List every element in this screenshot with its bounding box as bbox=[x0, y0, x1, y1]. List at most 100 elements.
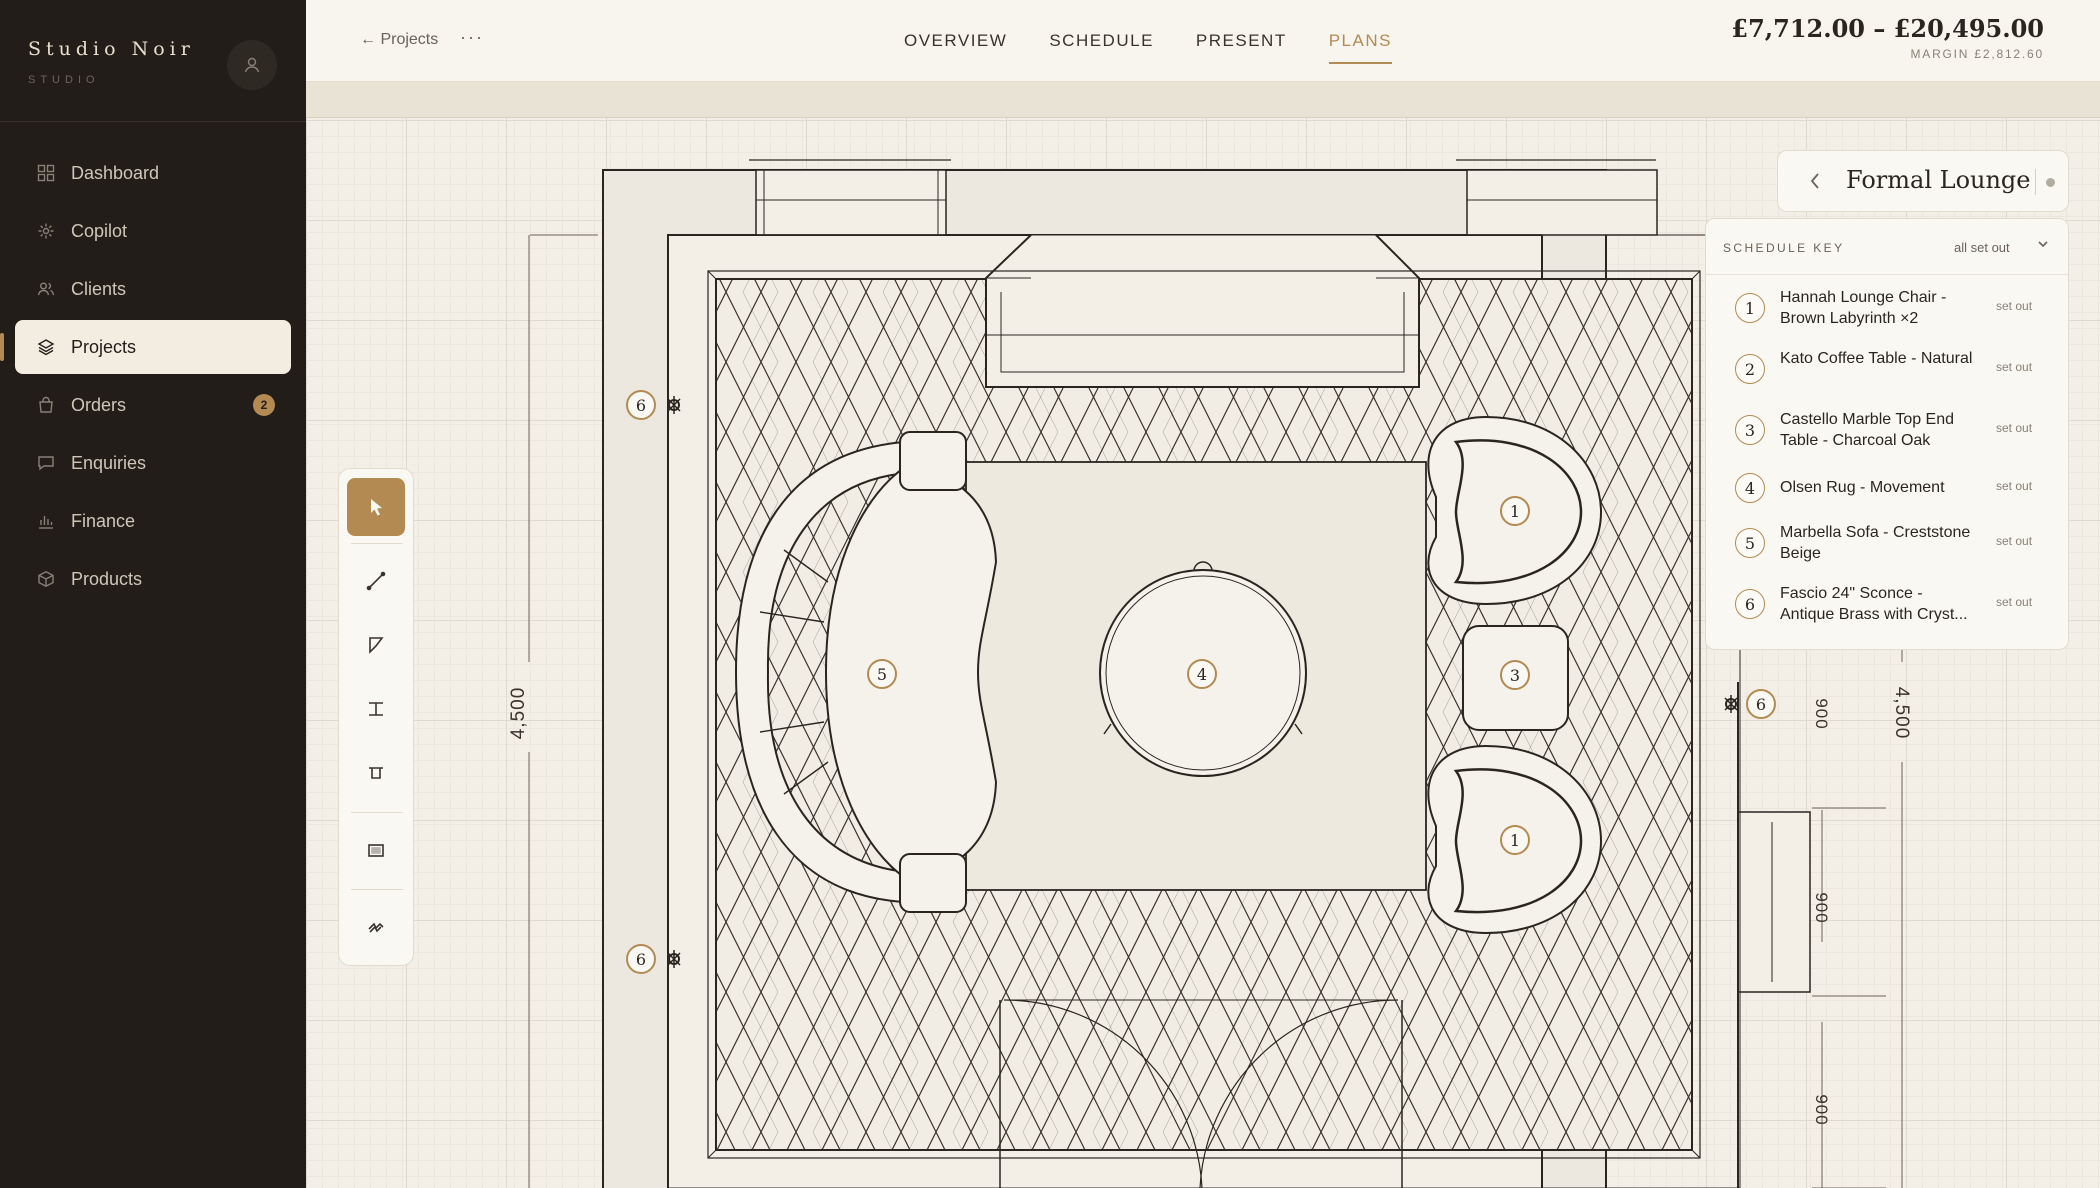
users-icon bbox=[35, 278, 57, 300]
sparkle-icon bbox=[35, 220, 57, 242]
schedule-item[interactable]: 1 Hannah Lounge Chair - Brown Labyrinth … bbox=[1706, 277, 2068, 338]
hatch-icon bbox=[368, 922, 384, 933]
tab-plans[interactable]: PLANS bbox=[1328, 0, 1393, 82]
sidebar-item-label: Finance bbox=[71, 510, 136, 531]
marker-label: 1 bbox=[1509, 501, 1521, 521]
shape-tool[interactable] bbox=[347, 616, 405, 674]
schedule-item-name: Marbella Sofa - Creststone Beige bbox=[1780, 524, 1971, 562]
top-bar: ← Projects ··· OVERVIEW SCHEDULE PRESENT… bbox=[306, 0, 2100, 82]
measure-tool[interactable] bbox=[347, 680, 405, 738]
tool-separator bbox=[351, 812, 403, 813]
dimension-right: 4,500 bbox=[1891, 686, 1912, 740]
sidebar: Studio Noir STUDIO Dashboard Copilot Cli… bbox=[0, 0, 306, 1188]
chevron-left-icon[interactable] bbox=[1808, 170, 1822, 198]
sidebar-item-copilot[interactable]: Copilot bbox=[15, 204, 291, 258]
brand-subtitle: STUDIO bbox=[28, 74, 100, 86]
schedule-item[interactable]: 4 Olsen Rug - Movement set out bbox=[1706, 457, 2068, 518]
schedule-item-name: Fascio 24" Sconce - Antique Brass with C… bbox=[1780, 585, 1968, 623]
schedule-item-number: 3 bbox=[1735, 415, 1765, 445]
schedule-item-name: Kato Coffee Table - Natural bbox=[1780, 350, 1973, 367]
schedule-item-number: 2 bbox=[1735, 354, 1765, 384]
room-title: Formal Lounge bbox=[1846, 166, 2031, 194]
schedule-item-status: set out bbox=[1996, 534, 2033, 548]
orders-count-badge: 2 bbox=[253, 394, 275, 416]
schedule-item[interactable]: 6 Fascio 24" Sconce - Antique Brass with… bbox=[1706, 573, 2068, 634]
schedule-item[interactable]: 5 Marbella Sofa - Creststone Beige set o… bbox=[1706, 512, 2068, 573]
sidebar-item-label: Clients bbox=[71, 278, 127, 299]
marker-label: 6 bbox=[1755, 694, 1767, 714]
schedule-key-title: SCHEDULE KEY bbox=[1723, 241, 1845, 255]
tab-schedule[interactable]: SCHEDULE bbox=[1049, 0, 1154, 82]
sidebar-item-projects[interactable]: Projects bbox=[0, 320, 291, 374]
marker-chair-top[interactable]: 1 bbox=[1500, 496, 1530, 526]
layers-icon bbox=[35, 336, 57, 358]
schedule-filter-dropdown[interactable]: all set out bbox=[1954, 240, 2010, 255]
sidebar-divider bbox=[0, 121, 306, 122]
more-options-button[interactable]: ··· bbox=[460, 27, 484, 48]
sidebar-item-label: Products bbox=[71, 568, 143, 589]
price-margin: MARGIN £2,812.60 bbox=[1910, 47, 2044, 61]
schedule-item-status: set out bbox=[1996, 299, 2033, 313]
schedule-item-number: 5 bbox=[1735, 528, 1765, 558]
dimension-seg-2: 900 bbox=[1812, 892, 1831, 924]
back-to-projects-link[interactable]: ← Projects bbox=[360, 31, 438, 49]
schedule-item[interactable]: 3 Castello Marble Top End Table - Charco… bbox=[1706, 399, 2068, 460]
schedule-item[interactable]: 2 Kato Coffee Table - Natural set out bbox=[1706, 338, 2068, 399]
marker-label: 1 bbox=[1509, 830, 1521, 850]
price-range: £7,712.00 – £20,495.00 bbox=[1731, 14, 2044, 43]
avatar[interactable] bbox=[227, 40, 277, 90]
schedule-key-panel: SCHEDULE KEY all set out 1 Hannah Lounge… bbox=[1705, 218, 2069, 650]
chat-icon bbox=[35, 452, 57, 474]
marker-label: 6 bbox=[635, 395, 647, 415]
hatch-tool[interactable] bbox=[347, 898, 405, 956]
sidebar-item-clients[interactable]: Clients bbox=[15, 262, 291, 316]
marker-sofa[interactable]: 5 bbox=[867, 659, 897, 689]
tool-separator bbox=[351, 889, 403, 890]
marker-sconce-2[interactable]: 6 bbox=[626, 944, 656, 974]
marker-label: 4 bbox=[1196, 664, 1208, 684]
wall-icon bbox=[369, 767, 383, 779]
sidebar-item-orders[interactable]: Orders 2 bbox=[15, 378, 291, 432]
schedule-item-name: Castello Marble Top End Table - Charcoal… bbox=[1780, 411, 1955, 449]
schedule-item-name: Olsen Rug - Movement bbox=[1780, 479, 1945, 496]
select-tool[interactable] bbox=[347, 478, 405, 536]
marker-sconce-1[interactable]: 6 bbox=[626, 390, 656, 420]
sidebar-item-dashboard[interactable]: Dashboard bbox=[15, 146, 291, 200]
tab-present[interactable]: PRESENT bbox=[1196, 0, 1287, 82]
brand[interactable]: Studio Noir STUDIO bbox=[28, 38, 195, 86]
marker-label: 3 bbox=[1509, 665, 1521, 685]
dimension-left: 4,500 bbox=[508, 686, 529, 740]
bag-icon bbox=[35, 394, 57, 416]
sidebar-item-label: Enquiries bbox=[71, 452, 147, 473]
room-separator bbox=[2035, 169, 2036, 195]
brand-name: Studio Noir bbox=[28, 38, 195, 60]
project-price: £7,712.00 – £20,495.00 MARGIN £2,812.60 bbox=[1731, 14, 2044, 61]
tool-separator bbox=[351, 543, 403, 544]
sidebar-item-label: Projects bbox=[71, 336, 137, 357]
sidebar-item-enquiries[interactable]: Enquiries bbox=[15, 436, 291, 490]
schedule-key-header: SCHEDULE KEY all set out bbox=[1706, 219, 2068, 275]
marker-rug[interactable]: 4 bbox=[1187, 659, 1217, 689]
marker-chair-bottom[interactable]: 1 bbox=[1500, 825, 1530, 855]
bar-chart-icon bbox=[35, 510, 57, 532]
schedule-item-status: set out bbox=[1996, 421, 2033, 435]
marker-sconce-3[interactable]: 6 bbox=[1746, 689, 1776, 719]
sidebar-item-label: Dashboard bbox=[71, 162, 160, 183]
sidebar-item-products[interactable]: Products bbox=[15, 552, 291, 606]
wall-tool[interactable] bbox=[347, 744, 405, 802]
sidebar-item-finance[interactable]: Finance bbox=[15, 494, 291, 548]
window-icon bbox=[368, 844, 384, 857]
line-tool[interactable] bbox=[347, 552, 405, 610]
schedule-item-status: set out bbox=[1996, 479, 2033, 493]
project-tabs: OVERVIEW SCHEDULE PRESENT PLANS bbox=[904, 0, 1434, 82]
dimension-seg-3: 900 bbox=[1812, 1094, 1831, 1126]
window-tool[interactable] bbox=[347, 821, 405, 879]
tab-overview[interactable]: OVERVIEW bbox=[904, 0, 1007, 82]
schedule-item-status: set out bbox=[1996, 360, 2033, 374]
marker-end-table[interactable]: 3 bbox=[1500, 660, 1530, 690]
sidebar-item-label: Orders bbox=[71, 394, 127, 415]
chevron-down-icon[interactable] bbox=[2036, 237, 2050, 256]
user-icon bbox=[244, 57, 260, 73]
tool-palette bbox=[338, 468, 414, 966]
room-status-dot[interactable] bbox=[2046, 178, 2055, 187]
